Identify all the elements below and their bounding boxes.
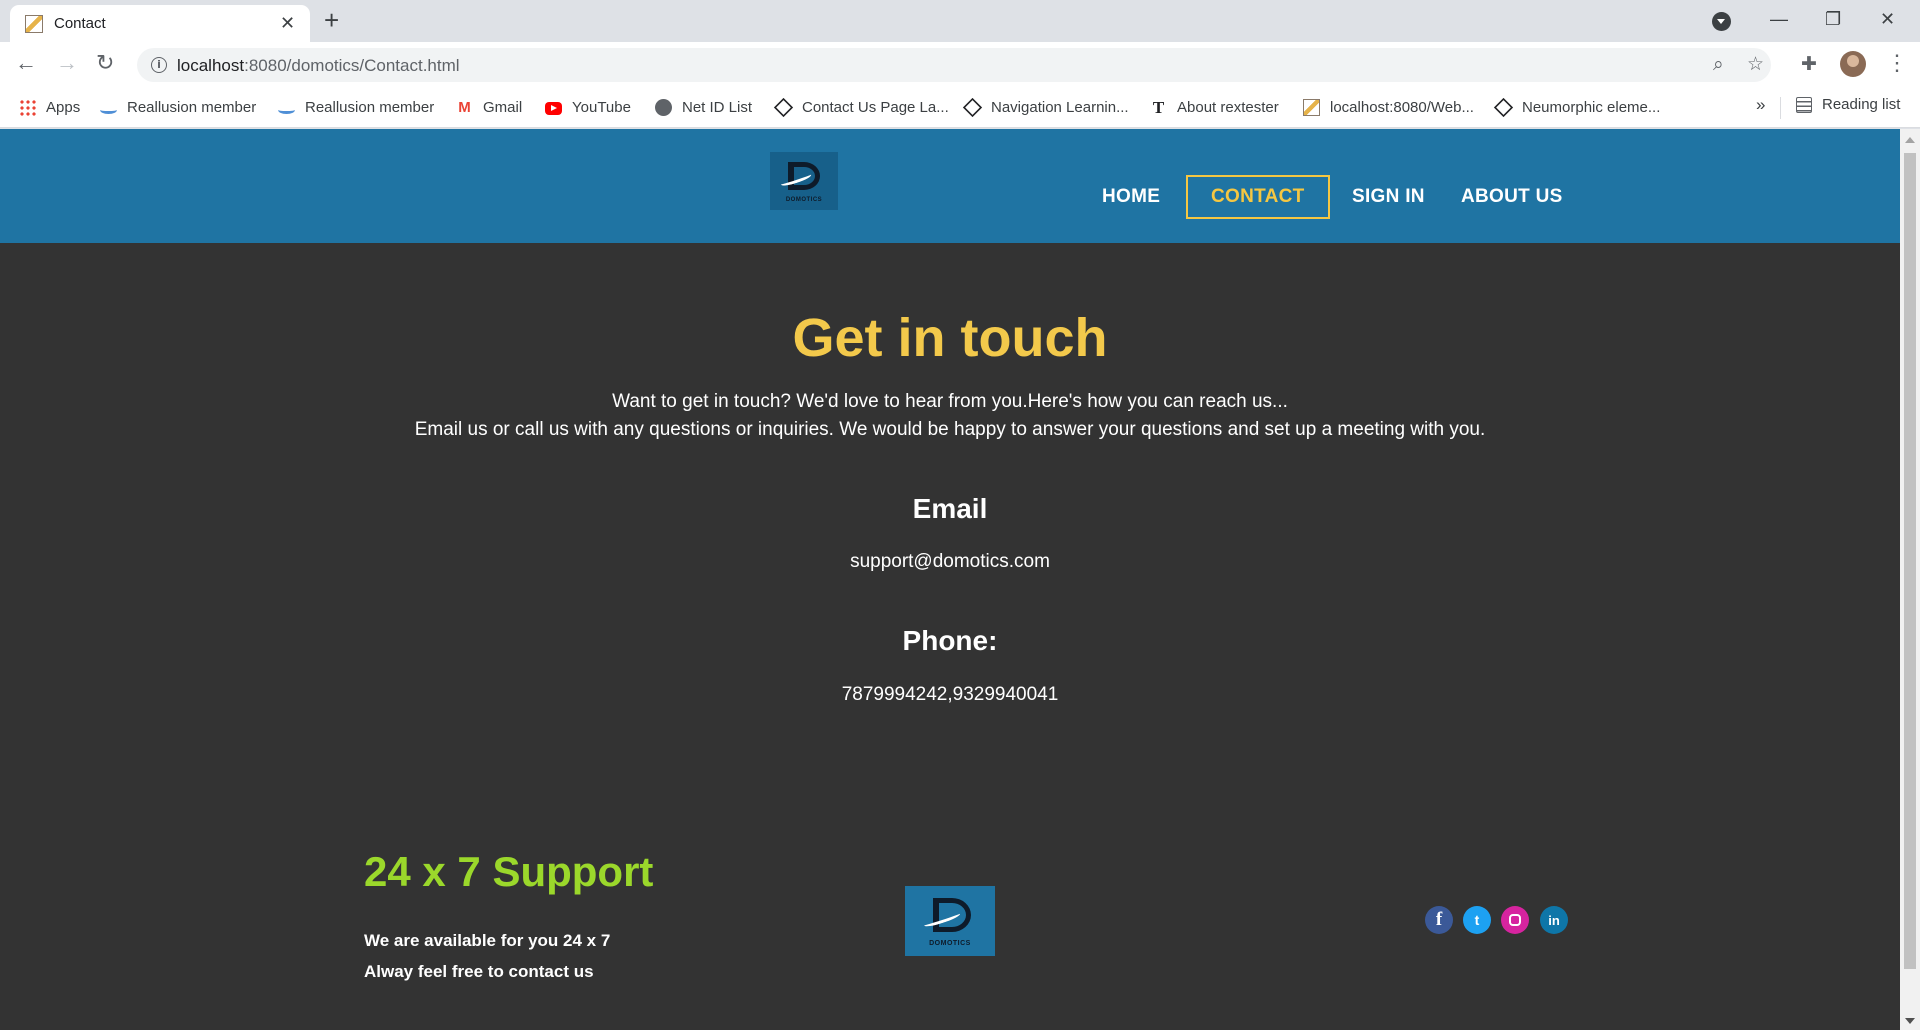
instagram-icon[interactable] (1501, 906, 1529, 934)
footer-logo[interactable]: DOMOTICS (905, 886, 995, 956)
url-path: :8080/domotics/Contact.html (244, 56, 460, 75)
minimize-icon[interactable]: — (1770, 6, 1788, 32)
reading-list-button[interactable]: Reading list (1796, 96, 1900, 113)
bookmark-label: Apps (46, 98, 81, 116)
bookmark-label: Net ID List (682, 98, 753, 116)
bookmark-label: Reallusion member (127, 98, 257, 116)
phone-value: 7879994242,9329940041 (841, 684, 1059, 705)
bookmark-label: Gmail (483, 98, 523, 116)
page-image-icon (25, 15, 43, 33)
nav-about[interactable]: ABOUT US (1436, 175, 1588, 219)
youtube-icon (545, 101, 562, 115)
bookmark-label: Navigation Learnin... (991, 98, 1129, 116)
gmail-icon: M (458, 98, 471, 116)
new-tab-button[interactable]: + (324, 5, 339, 35)
facebook-icon[interactable]: f (1425, 906, 1453, 934)
scroll-up-arrow-icon[interactable] (1905, 137, 1915, 143)
bookmark-rextester[interactable]: T About rextester (1150, 96, 1279, 118)
support-line-2: Alway feel free to contact us (364, 962, 594, 981)
bookmark-localhost[interactable]: localhost:8080/Web... (1303, 96, 1474, 118)
linkedin-icon[interactable]: in (1540, 906, 1568, 934)
bookmark-gmail[interactable]: M Gmail (456, 96, 522, 118)
codepen-icon (773, 97, 794, 117)
nav-home[interactable]: HOME (1077, 175, 1185, 219)
bookmark-reallusion-1[interactable]: Reallusion member (100, 96, 256, 118)
nav-signin[interactable]: SIGN IN (1327, 175, 1450, 219)
logo-text: DOMOTICS (785, 197, 823, 203)
email-title: Email (912, 493, 988, 524)
page-viewport: DOMOTICS HOME CONTACT SIGN IN ABOUT US G… (0, 129, 1900, 1030)
tab-search-icon[interactable] (1712, 12, 1731, 31)
support-line-1: We are available for you 24 x 7 (364, 931, 611, 950)
extensions-icon[interactable]: ✚ (1801, 53, 1817, 76)
rextester-icon: T (1152, 97, 1165, 117)
bookmark-apps[interactable]: Apps (19, 96, 80, 118)
nav-contact[interactable]: CONTACT (1186, 175, 1330, 219)
forward-icon[interactable]: → (56, 50, 78, 76)
apps-grid-icon (19, 98, 36, 116)
reallusion-icon (278, 106, 295, 114)
codepen-icon (962, 97, 983, 117)
close-window-icon[interactable]: ✕ (1880, 6, 1895, 32)
zoom-icon[interactable]: ⌕ (1713, 54, 1724, 76)
menu-icon[interactable]: ⋮ (1886, 49, 1908, 77)
globe-icon (655, 98, 672, 116)
bookmark-youtube[interactable]: YouTube (545, 96, 631, 118)
tab-title: Contact (54, 15, 106, 32)
reading-list-label: Reading list (1822, 96, 1901, 113)
bookmark-star-icon[interactable]: ☆ (1747, 54, 1764, 76)
close-tab-icon[interactable]: ✕ (280, 13, 295, 33)
bookmark-neumorphic[interactable]: Neumorphic eleme... (1493, 96, 1661, 118)
site-info-icon[interactable]: i (151, 57, 167, 73)
scroll-down-arrow-icon[interactable] (1905, 1018, 1915, 1024)
scroll-thumb[interactable] (1904, 153, 1916, 969)
address-bar[interactable]: i localhost:8080/domotics/Contact.html ⌕… (137, 48, 1771, 82)
email-value: support@domotics.com (850, 551, 1050, 572)
page-title: Get in touch (792, 308, 1108, 368)
more-bookmarks-button[interactable]: » (1756, 95, 1765, 115)
url-text: localhost:8080/domotics/Contact.html (177, 56, 460, 76)
page-scrollbar[interactable] (1900, 129, 1920, 1030)
avatar[interactable] (1840, 51, 1866, 77)
bookmark-label: Contact Us Page La... (802, 98, 949, 116)
bookmark-netid[interactable]: Net ID List (655, 96, 752, 118)
bookmarks-divider (1780, 97, 1781, 119)
site-header: DOMOTICS HOME CONTACT SIGN IN ABOUT US (0, 129, 1900, 243)
site-logo[interactable]: DOMOTICS (770, 152, 838, 210)
tab-strip: Contact ✕ + — ❐ ✕ (0, 0, 1920, 42)
twitter-icon[interactable]: t (1463, 906, 1491, 934)
intro-line-1: Want to get in touch? We'd love to hear … (612, 391, 1288, 412)
phone-title: Phone: (902, 625, 998, 656)
intro-line-2: Email us or call us with any questions o… (414, 419, 1486, 440)
bookmark-reallusion-2[interactable]: Reallusion member (278, 96, 434, 118)
bookmark-label: Reallusion member (305, 98, 435, 116)
restore-icon[interactable]: ❐ (1825, 6, 1841, 32)
page-image-icon (1303, 98, 1320, 116)
support-title: 24 x 7 Support (364, 848, 654, 895)
bookmark-label: localhost:8080/Web... (1330, 98, 1474, 116)
bookmark-label: About rextester (1177, 98, 1279, 116)
bookmark-navigation[interactable]: Navigation Learnin... (962, 96, 1129, 118)
back-icon[interactable]: ← (15, 50, 37, 76)
tab-contact[interactable]: Contact ✕ (10, 5, 310, 42)
reading-list-icon (1796, 96, 1812, 113)
reallusion-icon (100, 106, 117, 114)
bookmark-label: Neumorphic eleme... (1522, 98, 1661, 116)
logo-text: DOMOTICS (929, 940, 971, 947)
codepen-icon (1493, 97, 1514, 117)
bookmark-label: YouTube (572, 98, 631, 116)
bookmark-contact-us[interactable]: Contact Us Page La... (773, 96, 949, 118)
url-host: localhost (177, 56, 245, 75)
toolbar: ← → ↻ i localhost:8080/domotics/Contact.… (0, 42, 1920, 88)
reload-icon[interactable]: ↻ (96, 50, 114, 76)
bookmarks-bar: Apps Reallusion member Reallusion member… (0, 88, 1920, 128)
